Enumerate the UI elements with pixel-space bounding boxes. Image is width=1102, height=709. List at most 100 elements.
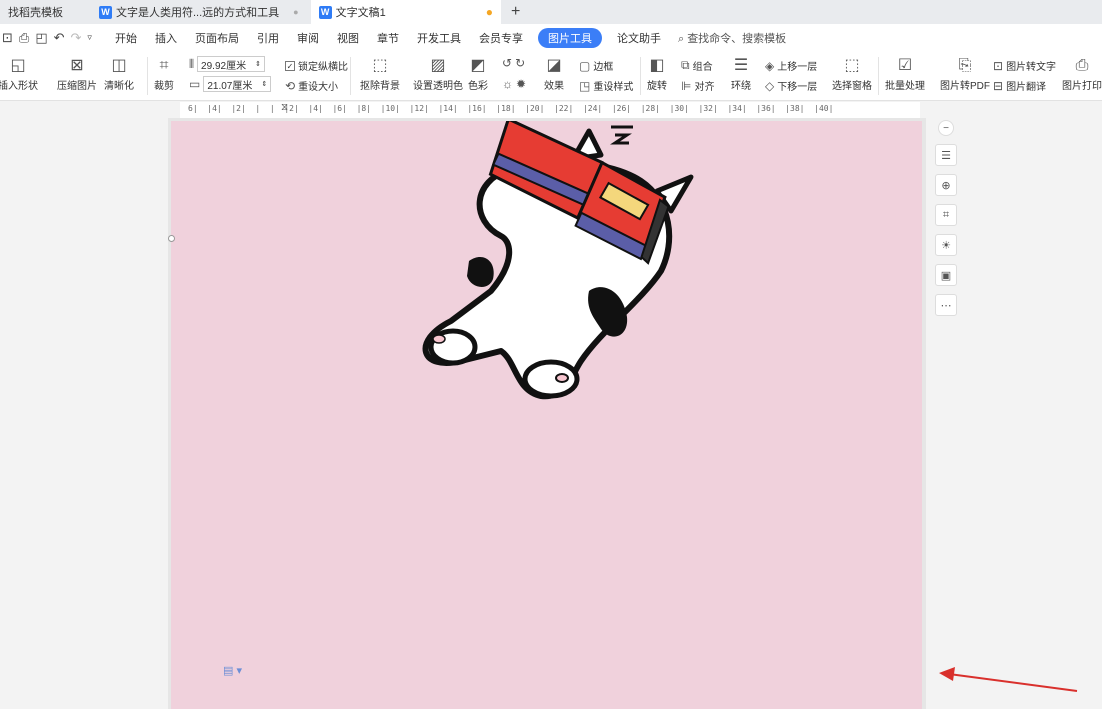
- ocr-icon: ⊡: [993, 58, 1004, 73]
- reset-style-icon: ◳: [579, 78, 591, 93]
- menu-references[interactable]: 引用: [257, 30, 279, 46]
- sharpen-icon: ◫: [111, 57, 127, 74]
- width-field[interactable]: ▭ 21.07厘米 ⇕: [189, 76, 272, 92]
- pdf-icon: ⎘: [958, 57, 972, 74]
- print-icon[interactable]: ⎙: [19, 30, 29, 46]
- paragraph-layout-icon[interactable]: ▤ ▾: [223, 664, 242, 677]
- wrap-icon: ☰: [733, 57, 749, 74]
- menu-chapter[interactable]: 章节: [377, 30, 399, 46]
- wrap-button[interactable]: ☰ 环绕: [731, 55, 751, 92]
- customize-dropdown-icon[interactable]: ▿: [87, 32, 92, 43]
- remove-background-button[interactable]: ⬚ 抠除背景: [360, 55, 400, 92]
- picture-translate-button[interactable]: ⊟ 图片翻译: [993, 78, 1046, 94]
- menu-member[interactable]: 会员专享: [479, 30, 523, 46]
- redo-icon[interactable]: ↷: [71, 30, 82, 46]
- width-icon: ▭: [189, 77, 201, 91]
- tab-document-2[interactable]: W 文字是人类用符...远的方式和工具 ●: [91, 0, 307, 24]
- menu-picture-tools[interactable]: 图片工具: [537, 27, 602, 48]
- reset-size-button[interactable]: ⟲ 重设大小: [285, 78, 338, 94]
- picture-to-pdf-button[interactable]: ⎘ 图片转PDF: [940, 55, 990, 92]
- crop-button[interactable]: ⌗ 裁剪: [154, 55, 174, 92]
- menu-insert[interactable]: 插入: [155, 30, 177, 46]
- batch-icon: ☑: [897, 57, 913, 74]
- tab-label: 找稻壳模板: [8, 7, 63, 19]
- transparent-icon: ▨: [430, 57, 446, 74]
- annotation-arrow: [939, 667, 1078, 692]
- align-icon: ⊫: [681, 78, 692, 93]
- rotate-icon: ◧: [649, 57, 665, 74]
- selection-pane-icon: ⬚: [844, 57, 860, 74]
- resize-handle[interactable]: [168, 235, 175, 242]
- spinner-icon[interactable]: ⇕: [255, 60, 261, 68]
- reset-size-icon: ⟲: [285, 78, 296, 93]
- layout-options-icon[interactable]: ☰: [935, 144, 957, 166]
- zoom-in-icon[interactable]: ⊕: [935, 174, 957, 196]
- brightness-controls[interactable]: ☼ ✹: [502, 77, 526, 91]
- tab-template[interactable]: 找稻壳模板: [0, 0, 71, 24]
- floating-toolbar: − ☰ ⊕ ⌗ ☀ ▣ ⋯: [935, 120, 957, 316]
- insert-shape-button[interactable]: ◱ 插入形状: [0, 55, 38, 92]
- tab-bar: 找稻壳模板 W 文字是人类用符...远的方式和工具 ● W 文字文稿1 ● +: [0, 0, 1102, 24]
- menu-developer[interactable]: 开发工具: [417, 30, 461, 46]
- height-icon: ⫴: [189, 56, 195, 71]
- tab-close-icon[interactable]: ●: [293, 7, 298, 17]
- picture-to-text-button[interactable]: ⊡ 图片转文字: [993, 58, 1056, 74]
- undo-icon[interactable]: ↶: [54, 30, 65, 46]
- horizontal-ruler[interactable]: 6| |4| |2| | | |2| |4| |6| |8| |10| |12|…: [180, 102, 920, 118]
- sharpen-button[interactable]: ◫ 清晰化: [104, 55, 134, 92]
- bring-forward-button[interactable]: ◈ 上移一层: [765, 58, 817, 74]
- color-button[interactable]: ◩ 色彩: [468, 55, 488, 92]
- reset-style-button[interactable]: ◳ 重设样式: [579, 78, 633, 94]
- align-button[interactable]: ⊫ 对齐: [681, 78, 714, 94]
- brightness-icon[interactable]: ☼: [502, 77, 513, 91]
- rotate-right-icon[interactable]: ↻: [515, 56, 525, 70]
- selection-pane-button[interactable]: ⬚ 选择窗格: [832, 55, 872, 92]
- border-button[interactable]: ▢ 边框: [579, 58, 613, 74]
- height-input[interactable]: 29.92厘米 ⇕: [197, 56, 266, 72]
- image-text-icon[interactable]: ▣: [935, 264, 957, 286]
- document-page[interactable]: [171, 121, 922, 709]
- tab-document-1[interactable]: W 文字文稿1 ●: [310, 0, 501, 24]
- more-icon[interactable]: ⋯: [935, 294, 957, 316]
- spinner-icon[interactable]: ⇕: [261, 80, 267, 88]
- height-field[interactable]: ⫴ 29.92厘米 ⇕: [189, 56, 266, 72]
- menu-home[interactable]: 开始: [115, 30, 137, 46]
- picture-print-button[interactable]: ⎙ 图片打印: [1062, 55, 1102, 92]
- command-search[interactable]: ⌕ 查找命令、搜索模板: [678, 30, 786, 46]
- batch-process-button[interactable]: ☑ 批量处理: [885, 55, 925, 92]
- rotate-arrows[interactable]: ↺ ↻: [502, 56, 525, 70]
- menu-view[interactable]: 视图: [337, 30, 359, 46]
- collapse-icon[interactable]: −: [938, 120, 954, 136]
- save-icon[interactable]: ⊡: [2, 30, 13, 46]
- lock-ratio-checkbox[interactable]: ✓ 锁定纵横比: [285, 58, 348, 73]
- search-placeholder: 查找命令、搜索模板: [687, 32, 787, 45]
- group-button[interactable]: ⧉ 组合: [681, 58, 713, 73]
- lightbulb-icon[interactable]: ☀: [935, 234, 957, 256]
- cow-picture[interactable]: [171, 121, 922, 709]
- indent-marker-icon[interactable]: ⧖: [281, 102, 288, 113]
- crop-icon[interactable]: ⌗: [935, 204, 957, 226]
- effects-button[interactable]: ◪ 效果: [544, 55, 564, 92]
- search-icon: ⌕: [677, 32, 685, 45]
- menu-thesis-assistant[interactable]: 论文助手: [617, 30, 661, 46]
- crop-icon: ⌗: [159, 57, 169, 74]
- compress-picture-button[interactable]: ⊠ 压缩图片: [57, 55, 97, 92]
- checkbox-checked-icon: ✓: [285, 60, 295, 71]
- preview-icon[interactable]: ◰: [35, 30, 47, 46]
- set-transparent-button[interactable]: ▨ 设置透明色: [413, 55, 463, 92]
- new-tab-button[interactable]: +: [511, 3, 520, 21]
- width-input[interactable]: 21.07厘米 ⇕: [203, 76, 272, 92]
- divider: [147, 57, 148, 95]
- divider: [350, 57, 351, 95]
- divider: [878, 57, 879, 95]
- menu-review[interactable]: 审阅: [297, 30, 319, 46]
- send-backward-button[interactable]: ◇ 下移一层: [765, 78, 817, 94]
- rotate-left-icon[interactable]: ↺: [502, 56, 512, 70]
- send-backward-icon: ◇: [765, 78, 775, 93]
- border-icon: ▢: [579, 58, 591, 73]
- remove-background-icon: ⬚: [372, 57, 388, 74]
- contrast-icon[interactable]: ✹: [516, 77, 526, 91]
- rotate-button[interactable]: ◧ 旋转: [647, 55, 667, 92]
- menu-page-layout[interactable]: 页面布局: [195, 30, 239, 46]
- tab-label: 文字是人类用符...远的方式和工具: [116, 7, 280, 19]
